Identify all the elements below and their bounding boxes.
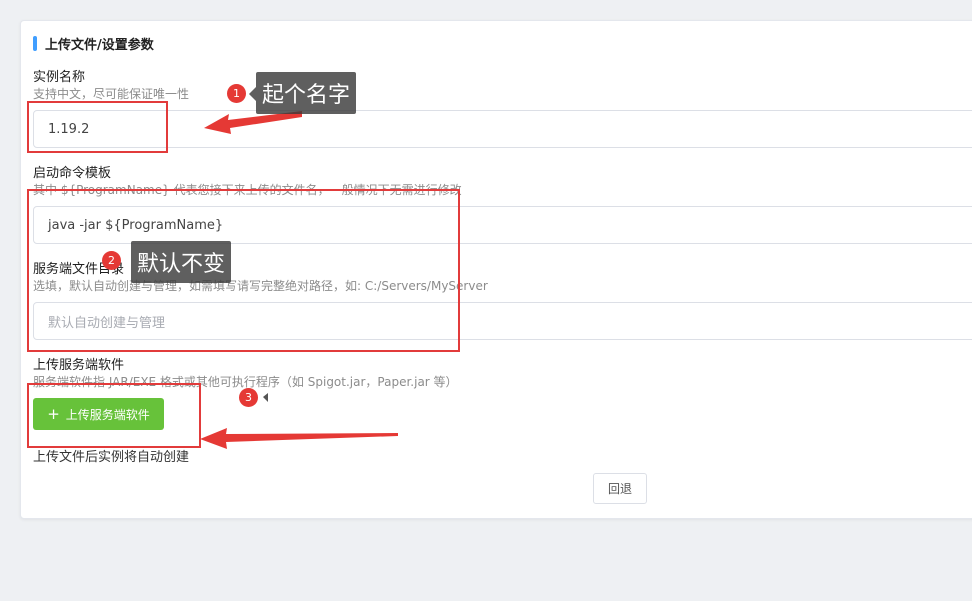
callout1-pointer	[249, 87, 256, 101]
annotation-badge-1: 1	[227, 84, 246, 103]
annotation-arrows	[200, 87, 398, 449]
annotation-badge-2: 2	[102, 251, 121, 270]
arrow-3	[200, 428, 398, 449]
badge3-pointer	[263, 393, 268, 402]
annotation-callout-2: 默认不变	[131, 241, 232, 283]
annotation-callout-1: 起个名字	[256, 72, 357, 114]
arrow-1	[204, 111, 302, 134]
annotation-badge-3: 3	[239, 388, 258, 407]
